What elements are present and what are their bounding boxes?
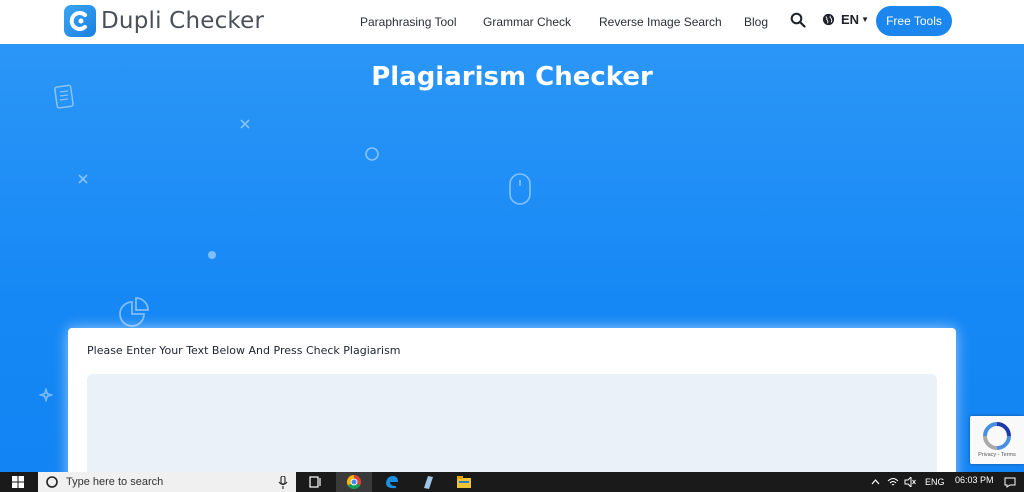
sparkle-icon bbox=[39, 388, 53, 402]
notifications-icon[interactable] bbox=[1000, 472, 1020, 492]
recaptcha-icon bbox=[983, 422, 1011, 450]
nav-link-paraphrasing-tool[interactable]: Paraphrasing Tool bbox=[360, 15, 457, 29]
tray-language[interactable]: ENG bbox=[925, 477, 945, 487]
recaptcha-badge[interactable]: Privacy - Terms bbox=[970, 416, 1024, 464]
nav-blog[interactable]: Blog bbox=[744, 0, 768, 44]
caret-down-icon: ▼ bbox=[861, 15, 869, 24]
cross-icon bbox=[240, 119, 250, 129]
text-input-card: Please Enter Your Text Below And Press C… bbox=[68, 328, 956, 492]
microphone-icon[interactable] bbox=[278, 476, 288, 489]
logo-icon bbox=[64, 5, 96, 37]
app-icon[interactable] bbox=[416, 472, 440, 492]
site-header: Dupli Checker Paraphrasing Tool Grammar … bbox=[0, 0, 1024, 44]
nav-reverse-image-search[interactable]: Reverse Image Search bbox=[599, 0, 722, 44]
input-prompt: Please Enter Your Text Below And Press C… bbox=[87, 344, 401, 357]
nav-link-reverse-image-search[interactable]: Reverse Image Search bbox=[599, 15, 722, 29]
chrome-icon[interactable] bbox=[336, 472, 372, 492]
globe-icon bbox=[822, 13, 835, 26]
windows-taskbar: Type here to search ENG 06:03 PM bbox=[0, 472, 1024, 492]
language-label: EN bbox=[841, 12, 860, 27]
wifi-icon[interactable] bbox=[886, 472, 900, 492]
language-selector[interactable]: EN ▼ bbox=[822, 12, 869, 27]
task-view-icon[interactable] bbox=[306, 472, 326, 492]
pie-chart-icon bbox=[119, 297, 149, 327]
chevron-up-icon[interactable] bbox=[868, 472, 882, 492]
volume-muted-icon[interactable] bbox=[903, 472, 917, 492]
windows-start-icon[interactable] bbox=[8, 472, 28, 492]
nav-paraphrasing-tool[interactable]: Paraphrasing Tool bbox=[360, 0, 457, 44]
nav-link-blog[interactable]: Blog bbox=[744, 15, 768, 29]
cross-icon bbox=[78, 174, 88, 184]
dot-icon bbox=[208, 251, 216, 259]
mouse-icon bbox=[509, 173, 531, 205]
search-icon bbox=[46, 476, 58, 488]
page-title: Plagiarism Checker bbox=[371, 62, 653, 92]
edge-icon[interactable] bbox=[380, 472, 404, 492]
file-explorer-icon[interactable] bbox=[452, 472, 476, 492]
recaptcha-links: Privacy - Terms bbox=[978, 452, 1016, 458]
free-tools-button[interactable]: Free Tools bbox=[876, 6, 952, 36]
nav-link-grammar-check[interactable]: Grammar Check bbox=[483, 15, 571, 29]
document-icon bbox=[54, 84, 74, 109]
nav-grammar-check[interactable]: Grammar Check bbox=[483, 0, 571, 44]
search-icon[interactable] bbox=[790, 12, 806, 33]
circle-icon bbox=[365, 147, 379, 161]
site-logo[interactable]: Dupli Checker bbox=[64, 5, 264, 37]
taskbar-search-box[interactable]: Type here to search bbox=[38, 472, 296, 492]
taskbar-search-placeholder: Type here to search bbox=[66, 476, 164, 488]
tray-clock[interactable]: 06:03 PM bbox=[955, 475, 994, 485]
logo-text: Dupli Checker bbox=[101, 8, 265, 34]
